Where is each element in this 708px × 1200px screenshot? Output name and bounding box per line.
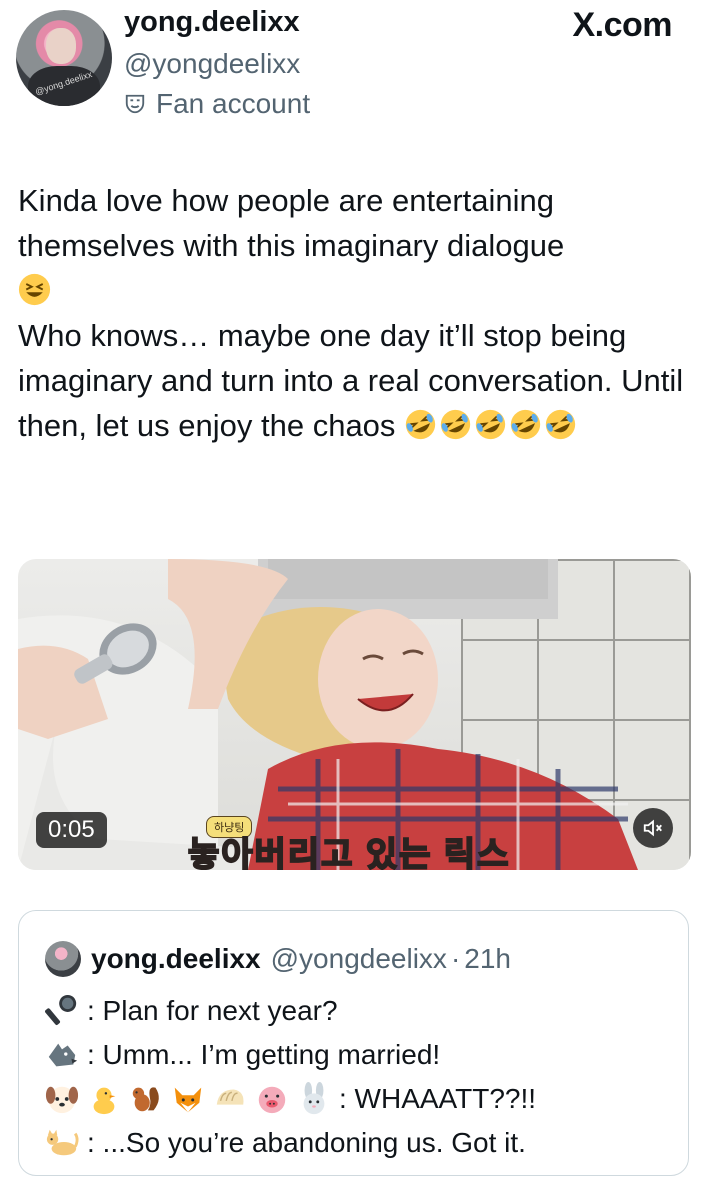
author-handle[interactable]: @yongdeelixx [124,48,300,80]
video-duration: 0:05 [36,812,107,848]
quoted-line-4: : ...So you’re abandoning us. Got it. [45,1121,536,1165]
dog-icon [45,1086,79,1114]
quoted-tweet-body: : Plan for next year? : Umm... I’m getti… [45,989,536,1165]
quoted-tweet[interactable]: yong.deelixx @yongdeelixx · 21h : Plan f… [18,910,689,1176]
tweet-text: Kinda love how people are entertaining t… [18,178,688,448]
video-caption: 놓아버리고 있는 릭스 [187,835,511,870]
fox-icon [174,1087,202,1113]
tweet-text-part2: Who knows… maybe one day it’ll stop bein… [18,318,684,443]
author-display-name[interactable]: yong.deelixx [124,6,300,39]
rolling-on-floor-laughing-icon [440,409,471,440]
mute-button[interactable] [633,808,673,848]
fan-account-text: Fan account [156,88,311,119]
dumpling-icon [216,1089,244,1105]
quoted-line-2-text: : Umm... I’m getting married! [87,1039,441,1070]
quoted-avatar [45,941,81,977]
chick-icon [93,1087,116,1115]
video-frame-illustration [18,559,638,870]
theater-mask-icon [125,94,145,114]
quoted-line-1-text: : Plan for next year? [87,995,338,1026]
quoted-line-3-text: : WHAAATT??!! [339,1083,537,1114]
rolling-on-floor-laughing-icon [545,409,576,440]
x-com-logo: X.com [572,6,672,44]
wolf-icon [48,1043,78,1067]
fan-account-label: Fan account [124,88,310,120]
rofl-emoji-row [404,408,579,443]
quoted-tweet-header: yong.deelixx @yongdeelixx · 21h [45,941,511,977]
quoted-separator: · [450,943,461,974]
cat-icon [46,1129,79,1156]
rolling-on-floor-laughing-icon [475,409,506,440]
squirrel-icon [132,1087,159,1112]
quoted-line-2: : Umm... I’m getting married! [45,1033,536,1077]
quoted-display-name: yong.deelixx [91,943,261,974]
quoted-time: 21h [464,943,511,974]
rolling-on-floor-laughing-icon [510,409,541,440]
rolling-on-floor-laughing-icon [405,409,436,440]
quoted-line-3: : WHAAATT??!! [45,1077,536,1121]
author-avatar[interactable]: @yong.deelixx [16,10,112,106]
microphone-icon [45,994,77,1025]
avatar-face [46,28,76,64]
pig-icon [258,1086,286,1114]
grinning-squinting-face-icon [18,273,51,306]
rabbit-icon [303,1082,325,1115]
speaker-muted-icon [643,819,662,837]
quoted-line-4-text: : ...So you’re abandoning us. Got it. [87,1127,526,1158]
quoted-handle: @yongdeelixx [270,943,447,974]
video-player[interactable]: 0:05 하냥팅 놓아버리고 있는 릭스 [18,559,691,870]
tweet-text-part1: Kinda love how people are entertaining t… [18,183,565,263]
quoted-line-1: : Plan for next year? [45,989,536,1033]
